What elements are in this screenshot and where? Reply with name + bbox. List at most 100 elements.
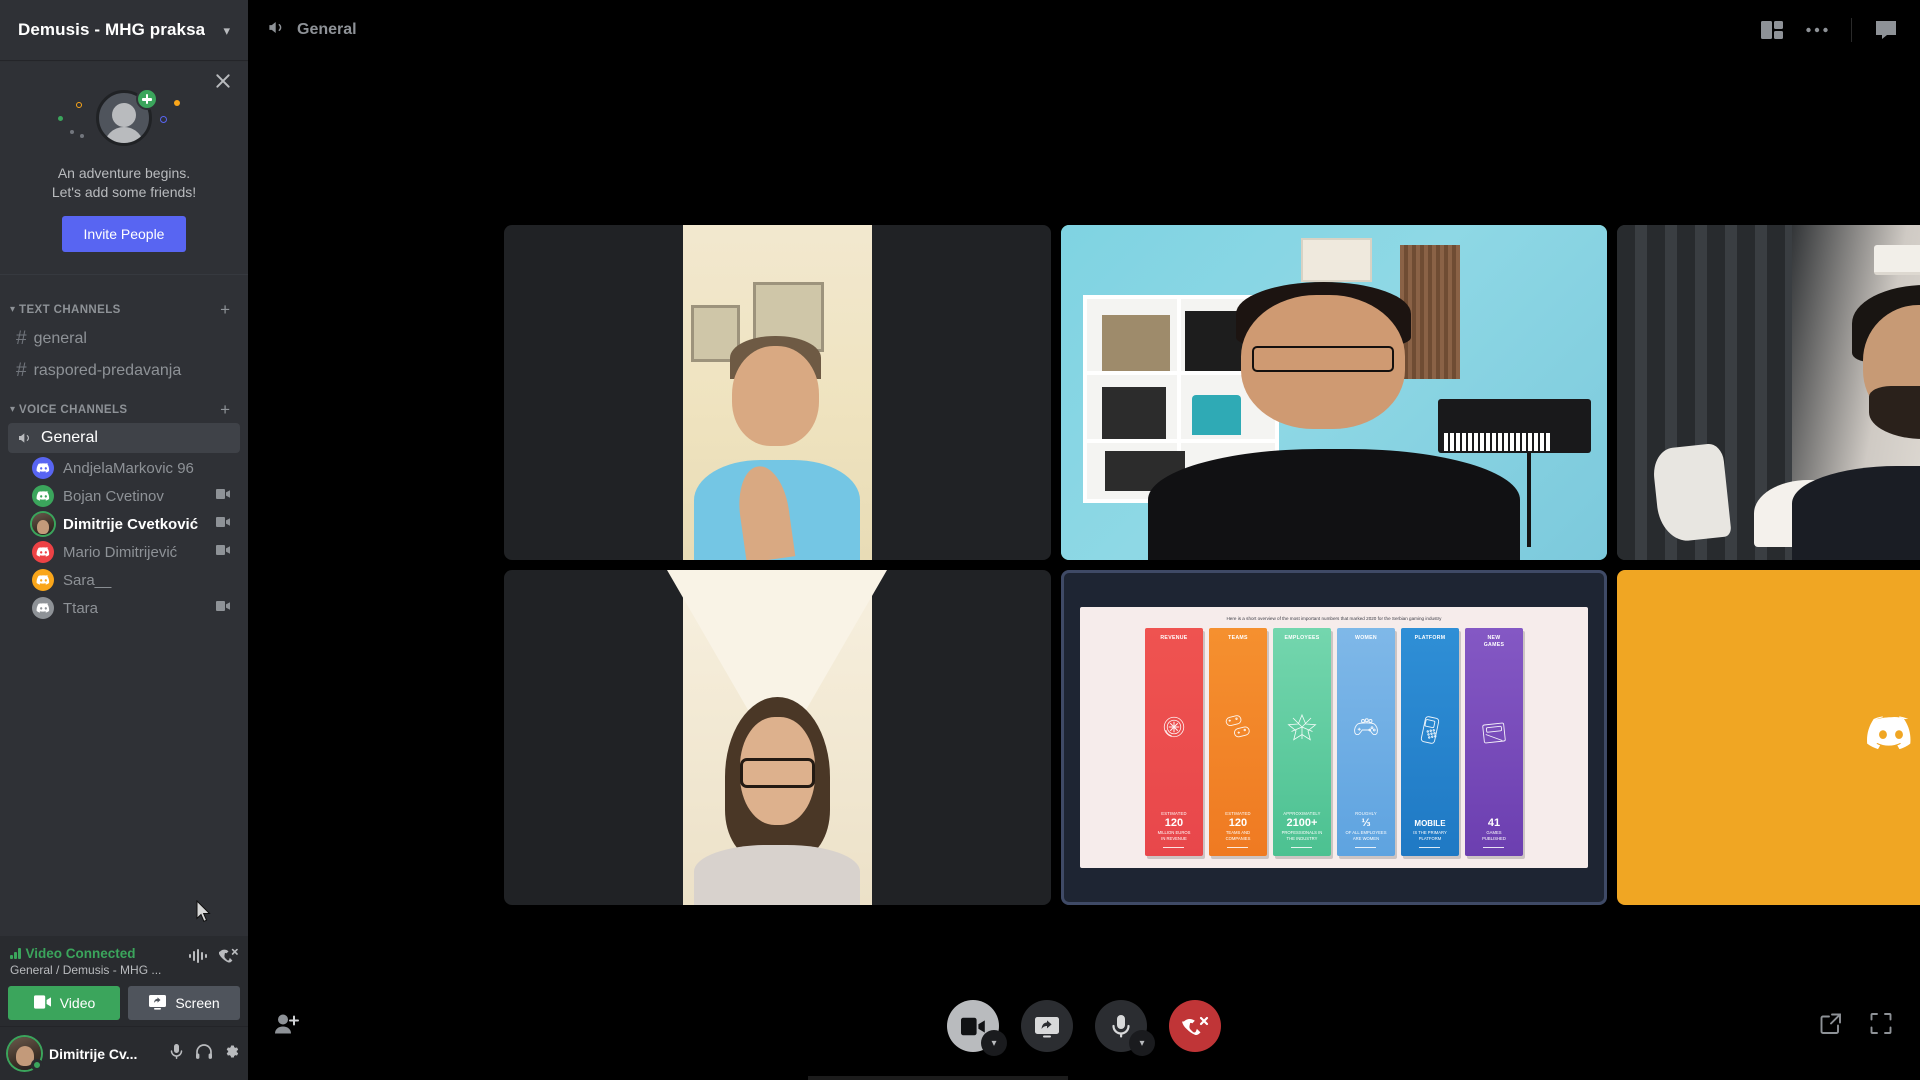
add-person-icon[interactable] xyxy=(274,1013,300,1040)
channel-list: ▾ TEXT CHANNELS + # general # raspored-p… xyxy=(0,275,248,936)
microphone-toggle-button[interactable]: ▾ xyxy=(1095,1000,1155,1056)
card-prefix: ESTIMATED xyxy=(1161,811,1187,817)
member-name: Dimitrije Cvetković xyxy=(63,515,199,533)
infographic-subtitle: Here is a short overview of the most imp… xyxy=(1226,615,1442,621)
status-badge xyxy=(31,1059,43,1071)
voice-channel-general[interactable]: General xyxy=(8,423,240,453)
shared-screen-content: Here is a short overview of the most imp… xyxy=(1079,606,1589,869)
card-description: OF ALL EMPLOYEES ARE WOMEN xyxy=(1345,830,1387,841)
voice-member-ttara[interactable]: Ttara xyxy=(28,594,240,622)
text-channel-general[interactable]: # general xyxy=(8,323,240,354)
infographic-card-platform: PLATFORM MOBILE IS THE PRIMARY PLATFORM xyxy=(1400,628,1459,857)
discord-logo-icon xyxy=(36,574,49,585)
screen-share-tile[interactable]: Here is a short overview of the most imp… xyxy=(1060,570,1608,905)
invite-line-2: Let's add some friends! xyxy=(51,184,197,200)
camera-options-chevron-down-icon[interactable]: ▾ xyxy=(981,1030,1007,1056)
infographic-card-employees: EMPLOYEES APPROXIMATELY 2100+ PROFESSION… xyxy=(1272,628,1331,857)
server-header[interactable]: Demusis - MHG praksa ▾ xyxy=(0,0,248,60)
taskbar-edge xyxy=(808,1076,1068,1080)
participant-tile[interactable] xyxy=(504,570,1051,905)
avatar[interactable] xyxy=(8,1037,43,1071)
voice-member-dimitrije-cvetkovic[interactable]: Dimitrije Cvetković xyxy=(28,510,240,538)
discord-app-window: Demusis - MHG praksa ▾ An adventure begi… xyxy=(0,0,1920,1080)
hash-icon: # xyxy=(16,360,27,381)
member-name: Mario Dimitrijević xyxy=(63,543,178,561)
voice-member-sara[interactable]: Sara__ xyxy=(28,566,240,594)
gear-icon[interactable] xyxy=(223,1043,240,1065)
video-feed xyxy=(1060,225,1608,560)
voice-status-title: Video Connected xyxy=(25,946,136,961)
video-feed xyxy=(1617,225,1920,560)
star-icon xyxy=(1277,642,1327,811)
discord-logo-icon xyxy=(36,462,49,473)
avatar xyxy=(32,485,54,507)
voice-member-bojan-cvetinov[interactable]: Bojan Cvetinov xyxy=(28,482,240,510)
infographic-card-revenue: REVENUE ESTIMATED 120 MILLION EUROS IN RE… xyxy=(1144,628,1203,857)
microphone-options-chevron-down-icon[interactable]: ▾ xyxy=(1129,1030,1155,1056)
add-text-channel-icon[interactable]: + xyxy=(220,301,230,318)
video-camera-icon xyxy=(215,487,232,505)
speaker-icon xyxy=(266,18,287,42)
card-title: TEAMS xyxy=(1228,635,1248,642)
chat-toggle-icon[interactable] xyxy=(1874,19,1898,41)
top-bar: General xyxy=(248,0,1920,60)
screen-button-label: Screen xyxy=(175,995,220,1011)
video-toggle-button[interactable]: Video xyxy=(8,986,120,1020)
participant-tile-no-video[interactable] xyxy=(1617,570,1920,905)
participant-grid: Here is a short overview of the most imp… xyxy=(504,225,1920,905)
category-label: TEXT CHANNELS xyxy=(19,303,121,316)
card-value: 120 xyxy=(1164,817,1184,830)
video-camera-icon xyxy=(215,543,232,561)
user-name: Dimitrije Cv... xyxy=(49,1045,138,1062)
add-voice-channel-icon[interactable]: + xyxy=(220,401,230,418)
video-feed xyxy=(667,570,888,905)
member-name: Sara__ xyxy=(63,571,112,589)
phone-disconnect-icon[interactable] xyxy=(218,948,238,969)
discord-logo-icon xyxy=(36,602,49,613)
user-panel: Dimitrije Cv... xyxy=(0,1026,248,1080)
screen-share-toggle-button[interactable] xyxy=(1021,1000,1073,1052)
discord-logo-icon xyxy=(36,546,49,557)
pop-out-icon[interactable] xyxy=(1820,1013,1842,1040)
chevron-down-icon[interactable]: ▾ xyxy=(223,24,230,37)
camera-toggle-button[interactable]: ▾ xyxy=(947,1000,1007,1056)
card-value: MOBILE xyxy=(1414,819,1446,829)
invite-people-button[interactable]: Invite People xyxy=(61,216,187,252)
chevron-down-icon: ▾ xyxy=(10,403,16,415)
noise-suppression-icon[interactable] xyxy=(189,949,207,968)
avatar xyxy=(32,597,54,619)
invite-banner: An adventure begins. Let's add some frie… xyxy=(0,60,248,275)
text-channel-raspored-predavanja[interactable]: # raspored-predavanja xyxy=(8,355,240,386)
invite-line-1: An adventure begins. xyxy=(57,165,191,181)
category-voice-channels[interactable]: ▾ VOICE CHANNELS + xyxy=(0,387,248,422)
headphones-icon[interactable] xyxy=(195,1043,213,1065)
participant-tile[interactable] xyxy=(1617,225,1920,560)
screen-share-button[interactable]: Screen xyxy=(128,986,240,1020)
sidebar: Demusis - MHG praksa ▾ An adventure begi… xyxy=(0,0,248,1080)
grid-layout-icon[interactable] xyxy=(1761,20,1783,40)
fullscreen-icon[interactable] xyxy=(1870,1013,1892,1040)
video-button-label: Video xyxy=(59,995,96,1011)
card-value: 120 xyxy=(1228,817,1248,830)
video-camera-icon xyxy=(215,515,232,533)
category-text-channels[interactable]: ▾ TEXT CHANNELS + xyxy=(0,287,248,322)
card-prefix: APPROXIMATELY xyxy=(1283,811,1321,817)
infographic-cards: REVENUE ESTIMATED 120 MILLION EUROS IN RE… xyxy=(1094,628,1574,857)
participant-tile-active-speaker[interactable] xyxy=(1060,225,1608,560)
member-name: Ttara xyxy=(63,599,99,617)
voice-member-mario-dimitrijevic[interactable]: Mario Dimitrijević xyxy=(28,538,240,566)
microphone-icon[interactable] xyxy=(168,1043,185,1065)
coin-icon xyxy=(1149,642,1199,811)
secondary-call-controls xyxy=(1820,1013,1892,1040)
voice-member-andjelamarkovic-96[interactable]: AndjelaMarkovic 96 xyxy=(28,454,240,482)
participant-tile[interactable] xyxy=(504,225,1051,560)
infographic-card-teams: TEAMS ESTIMATED 120 TEAMS AND COMPANIES xyxy=(1208,628,1267,857)
more-options-icon[interactable] xyxy=(1805,26,1829,34)
hangup-button[interactable] xyxy=(1169,1000,1221,1052)
video-feed xyxy=(683,225,872,560)
cartridge-icon xyxy=(1469,649,1519,816)
voice-status-subtitle: General / Demusis - MHG ... xyxy=(10,963,162,977)
card-description: PROFESSIONALS IN THE INDUSTRY xyxy=(1281,830,1323,841)
add-friend-plus-icon xyxy=(136,88,158,110)
phone-icon xyxy=(1405,642,1455,818)
